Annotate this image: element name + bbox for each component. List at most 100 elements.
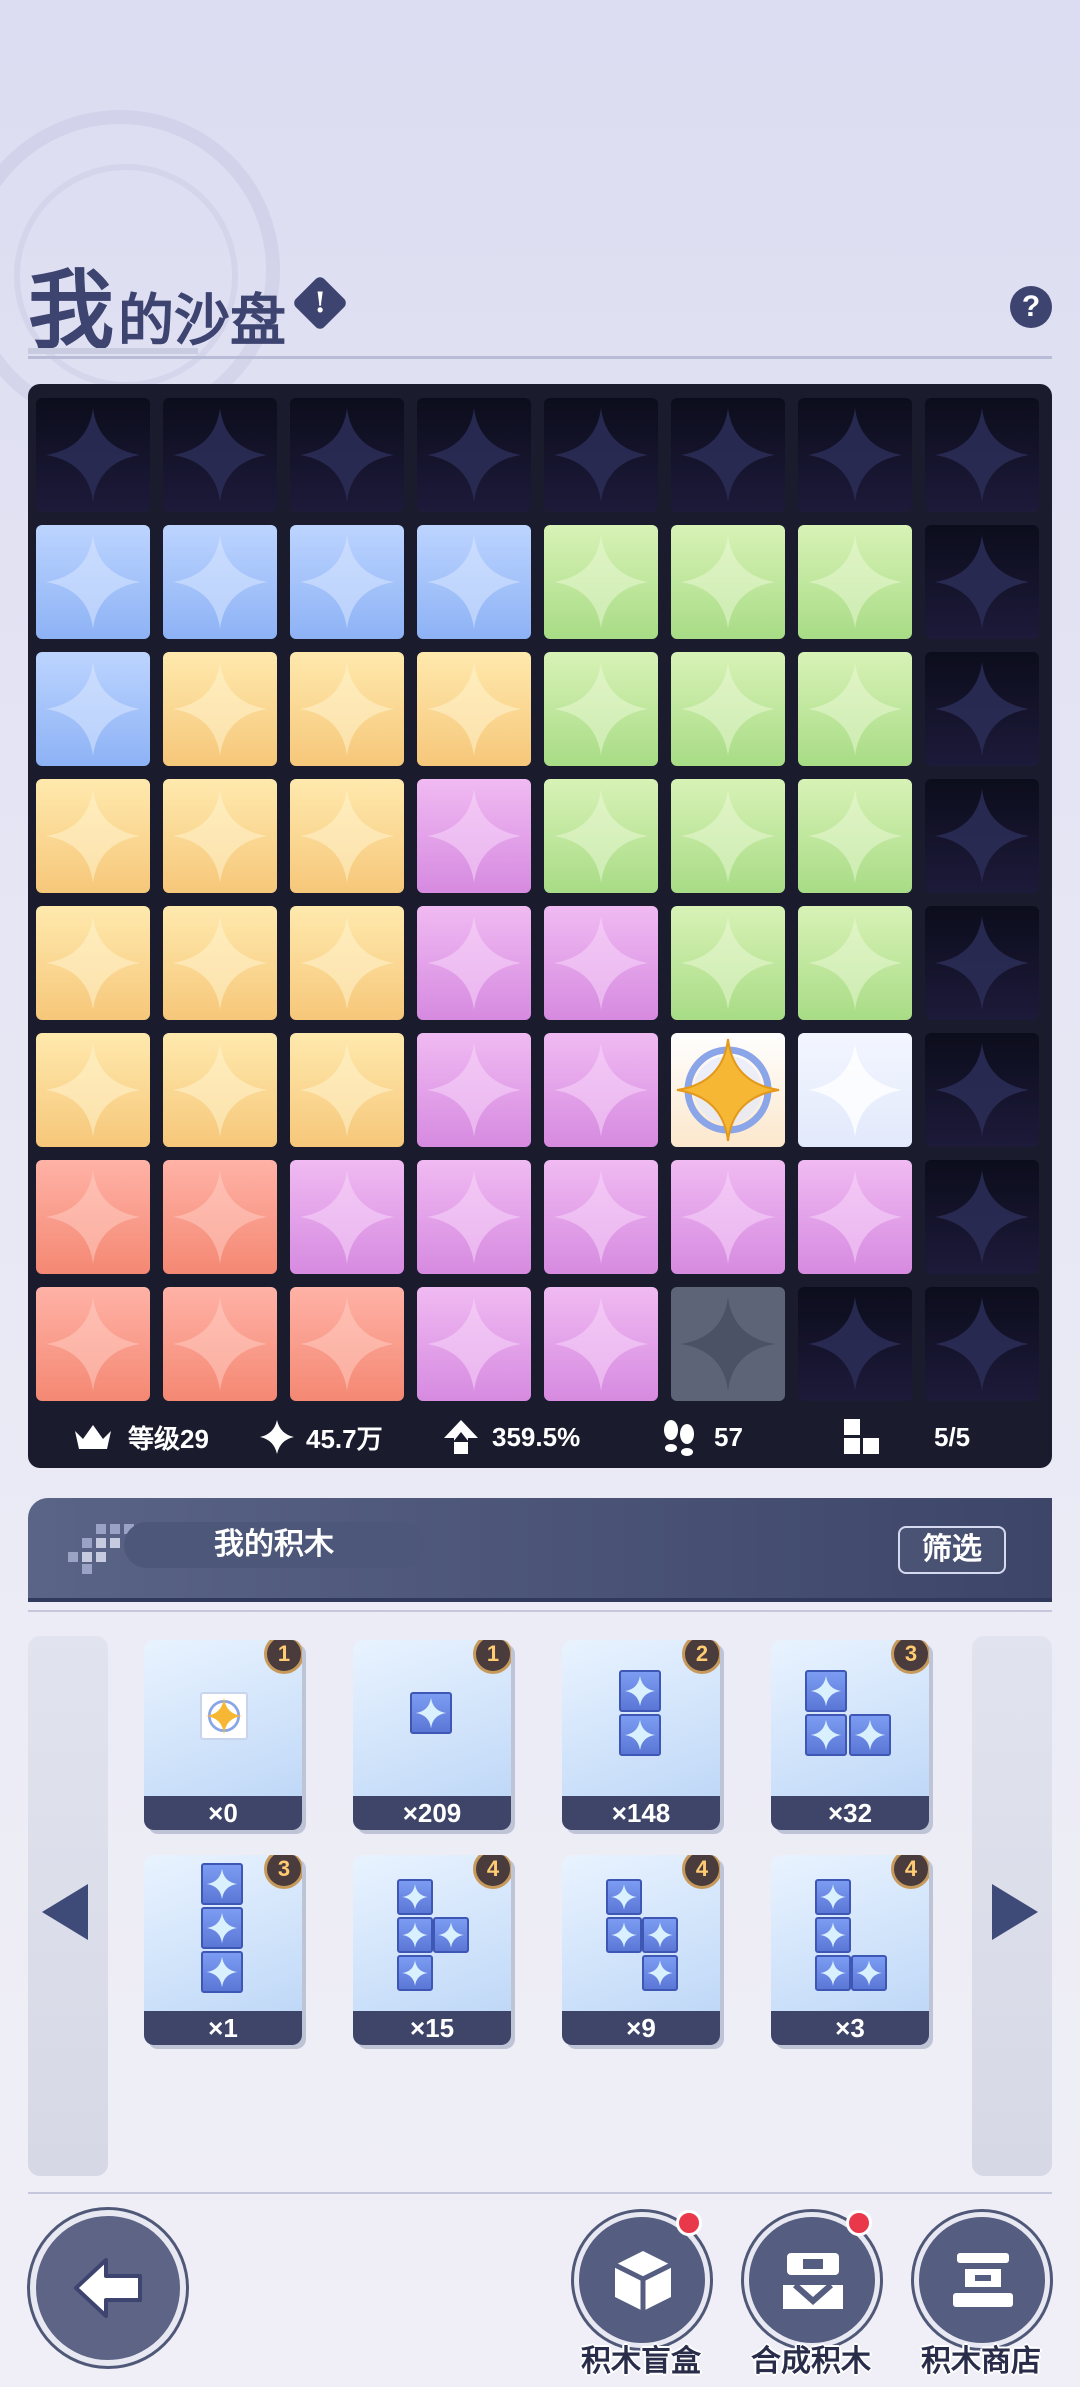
- star-icon: [808, 662, 902, 756]
- board-cell[interactable]: [290, 525, 404, 639]
- back-button[interactable]: [30, 2210, 186, 2366]
- next-page-button[interactable]: [972, 1636, 1052, 2176]
- star-icon: [935, 535, 1029, 629]
- star-icon: [935, 1170, 1029, 1264]
- board-cell[interactable]: [36, 779, 150, 893]
- mini-block-icon: [606, 1917, 642, 1953]
- board-cell[interactable]: [163, 398, 277, 512]
- filter-button[interactable]: 筛选: [898, 1526, 1006, 1574]
- info-diamond-icon[interactable]: !: [291, 274, 349, 331]
- board-cell[interactable]: [798, 525, 912, 639]
- board-cell[interactable]: [290, 1160, 404, 1274]
- board-cell[interactable]: [36, 906, 150, 1020]
- board-cell[interactable]: [36, 398, 150, 512]
- board-cell[interactable]: [290, 1287, 404, 1401]
- board-cell[interactable]: [417, 398, 531, 512]
- board-cell[interactable]: [544, 779, 658, 893]
- board-cell[interactable]: [290, 779, 404, 893]
- board-cell[interactable]: [671, 398, 785, 512]
- board-cell[interactable]: [163, 1160, 277, 1274]
- board-cell[interactable]: [417, 1033, 531, 1147]
- board-cell[interactable]: [798, 1160, 912, 1274]
- block-card[interactable]: ×32 3: [771, 1640, 929, 1830]
- board-cell[interactable]: [925, 1287, 1039, 1401]
- board-cell[interactable]: [36, 1033, 150, 1147]
- block-card[interactable]: ×9 4: [562, 1855, 720, 2045]
- board-cell[interactable]: [417, 652, 531, 766]
- board-cell[interactable]: [163, 779, 277, 893]
- star-icon: [681, 1297, 775, 1391]
- board-cell[interactable]: [163, 652, 277, 766]
- panel-divider-bottom: [28, 2192, 1052, 2194]
- block-card[interactable]: ×209 1: [353, 1640, 511, 1830]
- board-cell[interactable]: [544, 1160, 658, 1274]
- mini-block-icon: [815, 1955, 851, 1991]
- board-cell[interactable]: [798, 1033, 912, 1147]
- board-cell[interactable]: [798, 906, 912, 1020]
- board-cell[interactable]: [290, 906, 404, 1020]
- help-icon[interactable]: ?: [1010, 286, 1052, 328]
- star-icon: [427, 1297, 521, 1391]
- board-cell[interactable]: [671, 1287, 785, 1401]
- board-cell[interactable]: [290, 652, 404, 766]
- board-cell[interactable]: [36, 652, 150, 766]
- board-cell[interactable]: [36, 1160, 150, 1274]
- board-cell[interactable]: [925, 652, 1039, 766]
- board-cell[interactable]: [925, 398, 1039, 512]
- board-cell[interactable]: [544, 398, 658, 512]
- board-cell[interactable]: [798, 1287, 912, 1401]
- block-card[interactable]: ×1 3: [144, 1855, 302, 2045]
- board-cell[interactable]: [290, 1033, 404, 1147]
- mini-block-icon: [397, 1917, 433, 1953]
- board-cell[interactable]: [417, 906, 531, 1020]
- board-cell[interactable]: [163, 1287, 277, 1401]
- board-cell[interactable]: [544, 1033, 658, 1147]
- board-cell[interactable]: [798, 779, 912, 893]
- board-cell[interactable]: [925, 1033, 1039, 1147]
- board-cell[interactable]: [925, 906, 1039, 1020]
- block-count: ×15: [353, 2011, 511, 2045]
- shop-button[interactable]: 积木商店: [910, 2212, 1050, 2387]
- board-cell[interactable]: [417, 779, 531, 893]
- blind-box-button[interactable]: 积木盲盒: [570, 2210, 710, 2387]
- board-cell[interactable]: [544, 1287, 658, 1401]
- board-cell[interactable]: [290, 398, 404, 512]
- board-cell[interactable]: [163, 906, 277, 1020]
- board-cell[interactable]: [671, 1160, 785, 1274]
- star-icon: [427, 1043, 521, 1137]
- synthesize-button[interactable]: 合成积木: [740, 2210, 880, 2387]
- star-icon: [808, 916, 902, 1010]
- block-card[interactable]: ×3 4: [771, 1855, 929, 2045]
- board-cell[interactable]: [544, 525, 658, 639]
- board-cell[interactable]: [544, 652, 658, 766]
- block-size-badge: 4: [473, 1855, 511, 1889]
- board-cell[interactable]: [163, 1033, 277, 1147]
- block-card[interactable]: ×0 1: [144, 1640, 302, 1830]
- board-cell[interactable]: [925, 1160, 1039, 1274]
- board-cell[interactable]: [671, 652, 785, 766]
- board-cell[interactable]: [671, 906, 785, 1020]
- board-cell[interactable]: [671, 525, 785, 639]
- board-cell[interactable]: [417, 1287, 531, 1401]
- board-cell[interactable]: [798, 398, 912, 512]
- board-cell[interactable]: [671, 779, 785, 893]
- prev-page-button[interactable]: [28, 1636, 108, 2176]
- board-cell[interactable]: [544, 906, 658, 1020]
- board-cell[interactable]: [925, 525, 1039, 639]
- board-cell[interactable]: [417, 1160, 531, 1274]
- board-cell[interactable]: [925, 779, 1039, 893]
- star-icon: [173, 1170, 267, 1264]
- star-icon: [427, 916, 521, 1010]
- board-cell[interactable]: [671, 1033, 785, 1147]
- block-size-badge: 1: [473, 1640, 511, 1674]
- footprint-icon: [664, 1420, 694, 1456]
- board-cell[interactable]: [798, 652, 912, 766]
- steps-text: 57: [714, 1421, 743, 1452]
- board-cell[interactable]: [36, 1287, 150, 1401]
- board-cell[interactable]: [417, 525, 531, 639]
- block-card[interactable]: ×148 2: [562, 1640, 720, 1830]
- board-cell[interactable]: [163, 525, 277, 639]
- block-size-badge: 4: [682, 1855, 720, 1889]
- block-card[interactable]: ×15 4: [353, 1855, 511, 2045]
- board-cell[interactable]: [36, 525, 150, 639]
